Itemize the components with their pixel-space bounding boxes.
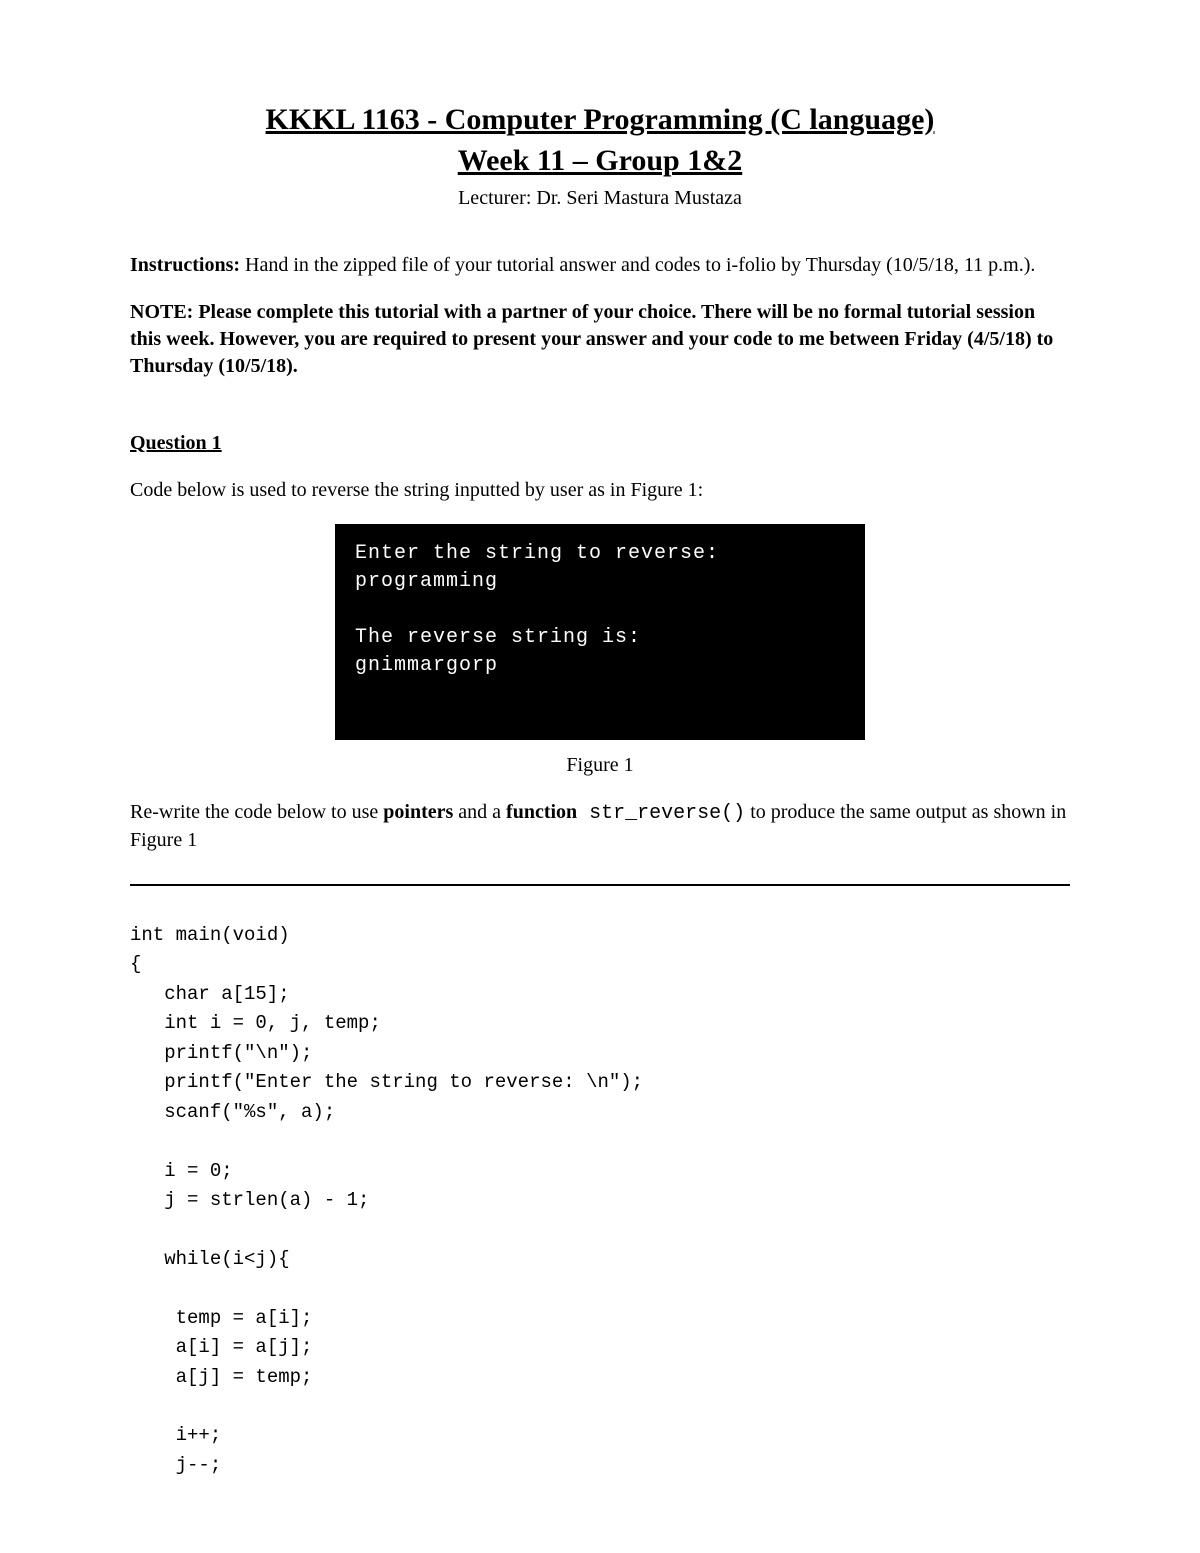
rewrite-instruction: Re-write the code below to use pointers … [130, 799, 1070, 854]
section-divider [130, 884, 1070, 886]
instructions-text: Hand in the zipped file of your tutorial… [240, 254, 1035, 276]
question-intro: Code below is used to reverse the string… [130, 477, 1070, 504]
document-header: KKKL 1163 - Computer Programming (C lang… [130, 100, 1070, 212]
rewrite-function: function [506, 801, 577, 823]
rewrite-mid: and a [453, 801, 506, 823]
code-block: int main(void) { char a[15]; int i = 0, … [130, 921, 1070, 1480]
week-subtitle: Week 11 – Group 1&2 [130, 141, 1070, 182]
rewrite-pre: Re-write the code below to use [130, 801, 383, 823]
question-heading: Question 1 [130, 430, 1070, 457]
note-paragraph: NOTE: Please complete this tutorial with… [130, 299, 1070, 380]
instructions-label: Instructions: [130, 254, 240, 276]
rewrite-func-name: str_reverse() [577, 802, 745, 825]
instructions-paragraph: Instructions: Hand in the zipped file of… [130, 252, 1070, 279]
lecturer-name: Lecturer: Dr. Seri Mastura Mustaza [130, 185, 1070, 212]
terminal-output: Enter the string to reverse: programming… [335, 524, 865, 740]
rewrite-pointers: pointers [383, 801, 453, 823]
terminal-wrapper: Enter the string to reverse: programming… [130, 524, 1070, 740]
course-title: KKKL 1163 - Computer Programming (C lang… [130, 100, 1070, 141]
figure-caption: Figure 1 [130, 752, 1070, 779]
